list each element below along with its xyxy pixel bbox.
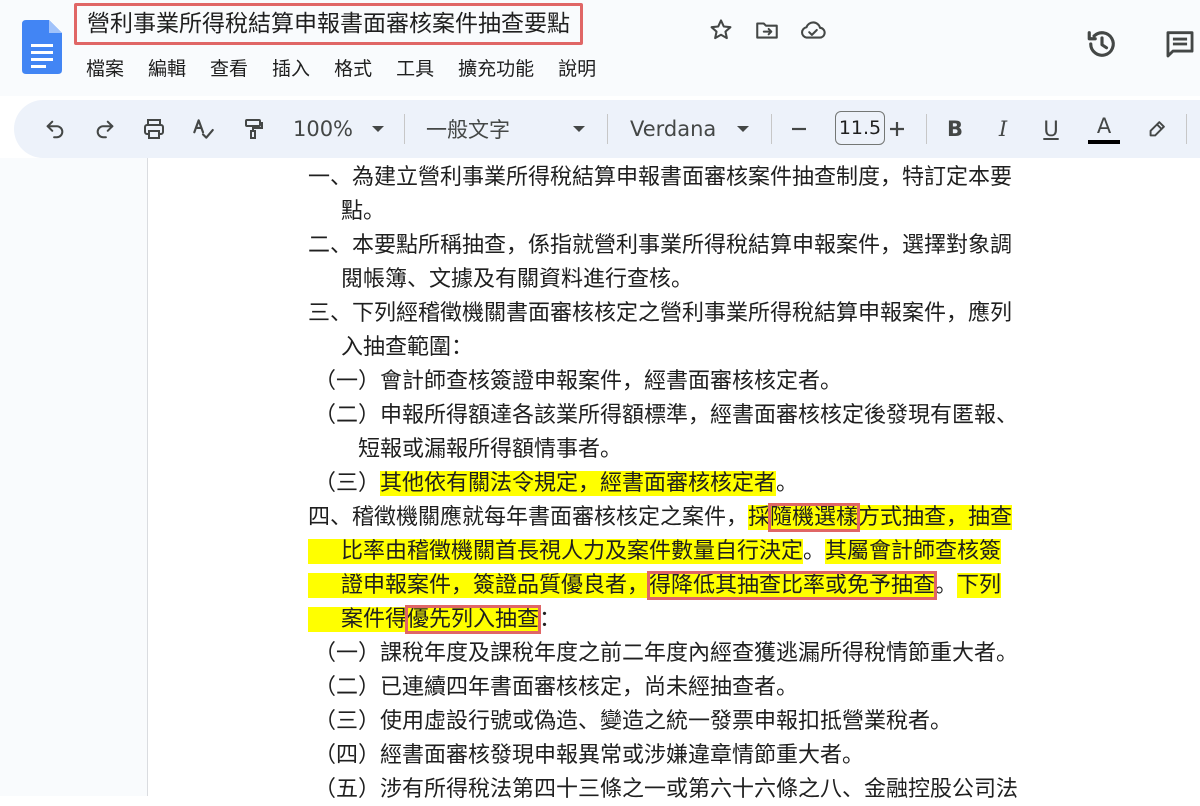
zoom-value: 100% (292, 117, 354, 141)
document-page[interactable]: 一、為建立營利事業所得稅結算申報書面審核案件抽查制度，特訂定本要 點。 二、本要… (147, 158, 1200, 802)
paragraph-line: （四）經書面審核發現申報異常或涉嫌違章情節重大者。 (314, 743, 865, 768)
highlighted-text: 下列 (957, 573, 1002, 598)
chevron-down-icon (737, 126, 749, 132)
text-color-swatch (1088, 140, 1120, 144)
print-icon[interactable] (136, 110, 172, 148)
italic-glyph: I (998, 117, 1008, 141)
paragraph-line: 二、本要點所稱抽查，係指就營利事業所得稅結算申報案件，選擇對象調 (308, 233, 1013, 258)
menu-tools[interactable]: 工具 (396, 56, 434, 82)
menu-format[interactable]: 格式 (334, 56, 372, 82)
bold-button[interactable]: B (940, 110, 970, 148)
highlighted-text: 其他依有關法令規定，經書面審核核定者 (380, 471, 777, 496)
font-family-value: Verdana (630, 117, 717, 141)
text-run: 。 (803, 539, 826, 564)
annotated-highlight: 優先列入抽查 (405, 605, 542, 634)
menu-bar: 檔案 編輯 查看 插入 格式 工具 擴充功能 說明 (86, 56, 620, 82)
underline-glyph: U (1043, 117, 1059, 141)
text-run: ： (539, 607, 562, 632)
paragraph-line: 三、下列經稽徵機關書面審核核定之營利事業所得稅結算申報案件，應列 (308, 301, 1013, 326)
title-actions (705, 14, 829, 46)
font-family-select[interactable]: Verdana (630, 110, 750, 148)
redo-icon[interactable] (88, 110, 122, 148)
paragraph-line: 證申報案件，簽證品質優良者，得降低其抽查比率或免予抽查。下列 (308, 570, 1002, 602)
paragraph-line: （二）已連續四年書面審核核定，尚未經抽查者。 (314, 675, 799, 700)
highlighted-text: 採 (748, 505, 771, 530)
header-right-actions (1082, 24, 1200, 64)
menu-view[interactable]: 查看 (210, 56, 248, 82)
highlighted-text: 方式抽查，抽查 (858, 505, 1013, 530)
undo-icon[interactable] (38, 110, 72, 148)
paragraph-line: （二）申報所得額達各該業所得額標準，經書面審核核定後發現有匿報、 (314, 403, 1019, 428)
menu-help[interactable]: 說明 (558, 56, 596, 82)
paragraph-line: （一）會計師查核簽證申報案件，經書面審核核定者。 (314, 369, 843, 394)
highlighted-text: 其屬會計師查核簽 (825, 539, 1002, 564)
highlighted-text: 證申報案件，簽證品質優良者， (308, 573, 650, 598)
cloud-saved-icon[interactable] (797, 14, 829, 46)
bold-glyph: B (946, 117, 963, 141)
text-color-glyph: A (1096, 114, 1112, 138)
menu-file[interactable]: 檔案 (86, 56, 124, 82)
toolbar-divider (1186, 114, 1187, 144)
star-icon[interactable] (705, 14, 737, 46)
paragraph-line: 入抽查範圍： (341, 335, 474, 360)
text-run: 。 (776, 471, 799, 496)
font-size-input[interactable]: 11.5 (835, 111, 885, 145)
toolbar-divider (926, 114, 927, 144)
chevron-down-icon (573, 126, 585, 132)
menu-extensions[interactable]: 擴充功能 (458, 56, 534, 82)
highlighted-text: 案件得 (308, 607, 408, 632)
underline-button[interactable]: U (1036, 110, 1066, 148)
toolbar-divider (404, 114, 405, 144)
paragraph-line: （三）使用虛設行號或偽造、變造之統一發票申報扣抵營業稅者。 (314, 709, 953, 734)
document-canvas: 一、為建立營利事業所得稅結算申報書面審核案件抽查制度，特訂定本要 點。 二、本要… (0, 158, 1200, 802)
text-run: 。 (935, 573, 958, 598)
move-to-folder-icon[interactable] (751, 14, 783, 46)
paragraph-style-select[interactable]: 一般文字 (426, 110, 586, 148)
paragraph-line: （一）課稅年度及課稅年度之前二年度內經查獲逃漏所得稅情節重大者。 (314, 641, 1019, 666)
text-run: 四、稽徵機關應就每年書面審核核定之案件， (308, 505, 749, 530)
highlight-pen-icon[interactable] (1142, 110, 1172, 148)
annotated-highlight: 隨機選樣 (768, 503, 861, 532)
spellcheck-icon[interactable] (186, 110, 220, 148)
paragraph-line: 案件得優先列入抽查： (308, 604, 561, 636)
chevron-down-icon (372, 126, 385, 132)
comments-icon[interactable] (1160, 24, 1200, 64)
toolbar-divider (771, 114, 772, 144)
paragraph-line: 一、為建立營利事業所得稅結算申報書面審核案件抽查制度，特訂定本要 (308, 165, 1013, 190)
menu-edit[interactable]: 編輯 (148, 56, 186, 82)
version-history-icon[interactable] (1082, 24, 1122, 64)
menu-insert[interactable]: 插入 (272, 56, 310, 82)
toolbar-divider (607, 114, 608, 144)
decrease-font-size-icon[interactable] (784, 110, 814, 148)
text-run: （三） (314, 471, 381, 496)
paragraph-line: （五）涉有所得稅法第四十三條之一或第六十六條之八、金融控股公司法 (314, 777, 1019, 802)
annotated-highlight: 得降低其抽查比率或免予抽查 (647, 571, 938, 600)
paragraph-line: 四、稽徵機關應就每年書面審核核定之案件，採隨機選樣方式抽查，抽查 (308, 502, 1013, 534)
paragraph-line: （三）其他依有關法令規定，經書面審核核定者。 (314, 468, 798, 500)
paragraph-line: 閱帳簿、文據及有關資料進行查核。 (341, 267, 694, 292)
app-header: 營利事業所得稅結算申報書面審核案件抽查要點 檔案 編輯 查看 插入 格式 工具 … (0, 0, 1200, 96)
increase-font-size-icon[interactable] (882, 110, 912, 148)
text-color-button[interactable]: A (1086, 110, 1122, 148)
google-docs-logo[interactable] (22, 20, 62, 74)
paragraph-line: 短報或漏報所得額情事者。 (358, 437, 623, 462)
paragraph-style-value: 一般文字 (426, 118, 510, 142)
paint-format-icon[interactable] (236, 110, 270, 148)
highlighted-text: 比率由稽徵機關首長視人力及案件數量自行決定 (308, 539, 804, 564)
paragraph-line: 點。 (341, 199, 386, 224)
formatting-toolbar: 100% 一般文字 Verdana 11.5 B I U A (14, 100, 1200, 158)
paragraph-line: 比率由稽徵機關首長視人力及案件數量自行決定。其屬會計師查核簽 (308, 536, 1002, 568)
italic-button[interactable]: I (988, 110, 1018, 148)
document-title[interactable]: 營利事業所得稅結算申報書面審核案件抽查要點 (74, 3, 583, 45)
zoom-select[interactable]: 100% (284, 110, 394, 148)
